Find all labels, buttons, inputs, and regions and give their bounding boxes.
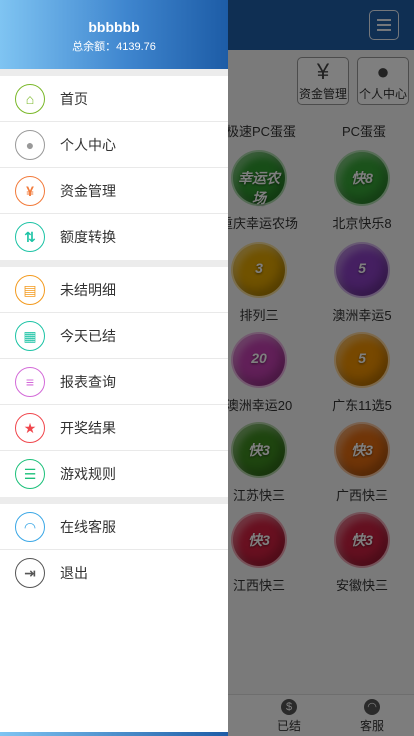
divider	[0, 69, 228, 76]
menu-item-profile[interactable]: ● 个人中心	[0, 122, 228, 168]
list-icon: ☰	[15, 459, 45, 489]
menu-item-label: 个人中心	[60, 137, 116, 153]
headset-icon: ◠	[15, 512, 45, 542]
transfer-icon: ⇅	[15, 222, 45, 252]
menu-item-label: 今天已结	[60, 328, 116, 344]
divider	[0, 260, 228, 267]
document-icon: ▤	[15, 275, 45, 305]
star-icon: ★	[15, 413, 45, 443]
menu-item-label: 报表查询	[60, 374, 116, 390]
menu-item-home[interactable]: ⌂ 首页	[0, 76, 228, 122]
home-icon: ⌂	[15, 84, 45, 114]
menu-item-label: 退出	[60, 565, 88, 581]
side-drawer: bbbbbb 总余额：4139.76 ⌂ 首页 ● 个人中心 ¥ 资金管理 ⇅ …	[0, 0, 228, 736]
menu-item-label: 未结明细	[60, 282, 116, 298]
menu-item-label: 开奖结果	[60, 420, 116, 436]
menu-item-label: 首页	[60, 91, 88, 107]
menu-item-settled-today[interactable]: ▦ 今天已结	[0, 313, 228, 359]
menu-item-draw-results[interactable]: ★ 开奖结果	[0, 405, 228, 451]
menu-item-game-rules[interactable]: ☰ 游戏规则	[0, 451, 228, 497]
menu-item-logout[interactable]: ⇥ 退出	[0, 550, 228, 596]
menu-item-label: 游戏规则	[60, 466, 116, 482]
menu-item-label: 额度转换	[60, 229, 116, 245]
drawer-header: bbbbbb 总余额：4139.76	[0, 0, 228, 69]
divider	[0, 497, 228, 504]
balance: 总余额：4139.76	[72, 41, 156, 53]
menu-item-transfer[interactable]: ⇅ 额度转换	[0, 214, 228, 260]
menu-item-label: 资金管理	[60, 183, 116, 199]
menu-item-funds[interactable]: ¥ 资金管理	[0, 168, 228, 214]
clipboard-icon: ▦	[15, 321, 45, 351]
report-icon: ≡	[15, 367, 45, 397]
user-icon: ●	[15, 130, 45, 160]
drawer-bottom-bar	[0, 732, 228, 736]
menu-item-online-service[interactable]: ◠ 在线客服	[0, 504, 228, 550]
logout-icon: ⇥	[15, 558, 45, 588]
username: bbbbbb	[88, 19, 140, 35]
yen-icon: ¥	[15, 176, 45, 206]
menu-item-label: 在线客服	[60, 519, 116, 535]
menu-item-reports[interactable]: ≡ 报表查询	[0, 359, 228, 405]
menu-item-unsettled[interactable]: ▤ 未结明细	[0, 267, 228, 313]
